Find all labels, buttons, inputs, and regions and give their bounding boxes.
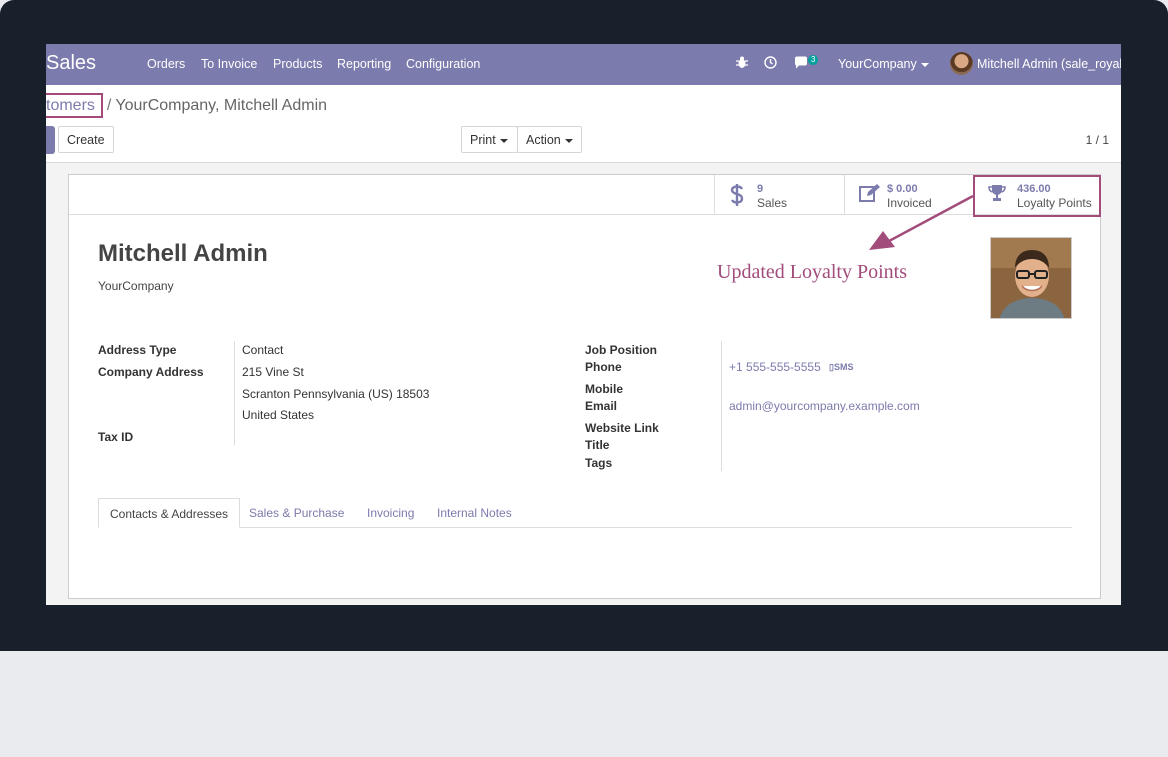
user-avatar[interactable]: [950, 52, 973, 75]
monitor-stand: [0, 651, 1168, 757]
dollar-icon: [729, 183, 745, 213]
breadcrumb-customers-link[interactable]: tomers: [46, 93, 103, 118]
menu-products[interactable]: Products: [273, 57, 322, 71]
loyalty-highlight-box: [973, 175, 1101, 217]
menu-configuration[interactable]: Configuration: [406, 57, 480, 71]
app-name[interactable]: Sales: [46, 52, 96, 75]
edit-button[interactable]: [46, 126, 55, 154]
breadcrumb: tomers / YourCompany, Mitchell Admin: [46, 93, 328, 118]
tab-invoicing[interactable]: Invoicing: [356, 498, 425, 528]
sales-count: 9: [757, 183, 764, 195]
title-label: Title: [585, 438, 610, 452]
company-switcher[interactable]: YourCompany: [838, 57, 929, 71]
partner-name[interactable]: Mitchell Admin: [98, 240, 268, 268]
tab-internal-notes[interactable]: Internal Notes: [426, 498, 523, 528]
city-state-zip-value[interactable]: Scranton Pennsylvania (US) 18503: [242, 387, 429, 401]
partner-company[interactable]: YourCompany: [98, 279, 174, 293]
breadcrumb-separator: /: [106, 97, 112, 114]
control-panel: tomers / YourCompany, Mitchell Admin Creat…: [46, 85, 1121, 163]
left-field-divider: [234, 341, 235, 445]
menu-to-invoice[interactable]: To Invoice: [201, 57, 257, 71]
message-count-badge: 3: [808, 55, 819, 65]
email-label: Email: [585, 399, 618, 413]
notebook-tabs: Contacts & Addresses Sales & Purchase In…: [98, 498, 1072, 528]
user-menu[interactable]: Mitchell Admin (sale_royalty: [977, 57, 1121, 71]
annotation-arrow: [869, 194, 974, 250]
email-value[interactable]: admin@yourcompany.example.com: [729, 399, 920, 413]
street-value[interactable]: 215 Vine St: [242, 365, 304, 379]
print-label: Print: [470, 133, 496, 147]
job-position-label: Job Position: [585, 343, 657, 357]
annotation-text: Updated Loyalty Points: [717, 261, 907, 283]
menu-orders[interactable]: Orders: [147, 57, 185, 71]
action-label: Action: [526, 133, 561, 147]
partner-photo[interactable]: [990, 237, 1072, 319]
phone-value[interactable]: +1 555-555-5555: [729, 360, 821, 374]
tags-label: Tags: [585, 456, 613, 470]
clock-icon[interactable]: [764, 56, 777, 72]
sms-button[interactable]: ▯SMS: [829, 362, 853, 373]
print-button[interactable]: Print: [461, 126, 518, 153]
country-value[interactable]: United States: [242, 408, 314, 422]
tab-sales-purchase[interactable]: Sales & Purchase: [238, 498, 355, 528]
chat-icon[interactable]: [794, 56, 808, 72]
address-type-value[interactable]: Contact: [242, 343, 283, 357]
phone-label: Phone: [585, 360, 622, 374]
address-type-label: Address Type: [98, 343, 177, 357]
action-button[interactable]: Action: [517, 126, 582, 153]
pager[interactable]: 1 / 1: [1086, 133, 1109, 147]
company-name: YourCompany: [838, 57, 917, 71]
top-navbar: Sales Orders To Invoice Products Reporti…: [46, 44, 1121, 85]
right-field-divider: [721, 341, 722, 471]
breadcrumb-current: YourCompany, Mitchell Admin: [115, 97, 328, 114]
chevron-down-icon: [564, 138, 573, 143]
form-sheet: 9 Sales $ 0.00 Invoiced 436.00 Loyalty P…: [68, 174, 1101, 599]
tab-contacts-addresses[interactable]: Contacts & Addresses: [98, 498, 241, 528]
bug-icon[interactable]: [736, 56, 748, 72]
sales-smart-button[interactable]: 9 Sales: [714, 175, 844, 215]
sales-label: Sales: [757, 196, 788, 210]
create-button[interactable]: Create: [58, 126, 114, 153]
company-address-label: Company Address: [98, 365, 204, 379]
menu-reporting[interactable]: Reporting: [337, 57, 391, 71]
tax-id-label: Tax ID: [98, 430, 134, 444]
mobile-label: Mobile: [585, 382, 623, 396]
app-screen: Sales Orders To Invoice Products Reporti…: [46, 44, 1121, 605]
chevron-down-icon: [499, 138, 508, 143]
chevron-down-icon: [920, 62, 929, 67]
website-link-label: Website Link: [585, 421, 659, 435]
sms-label: SMS: [833, 362, 854, 372]
